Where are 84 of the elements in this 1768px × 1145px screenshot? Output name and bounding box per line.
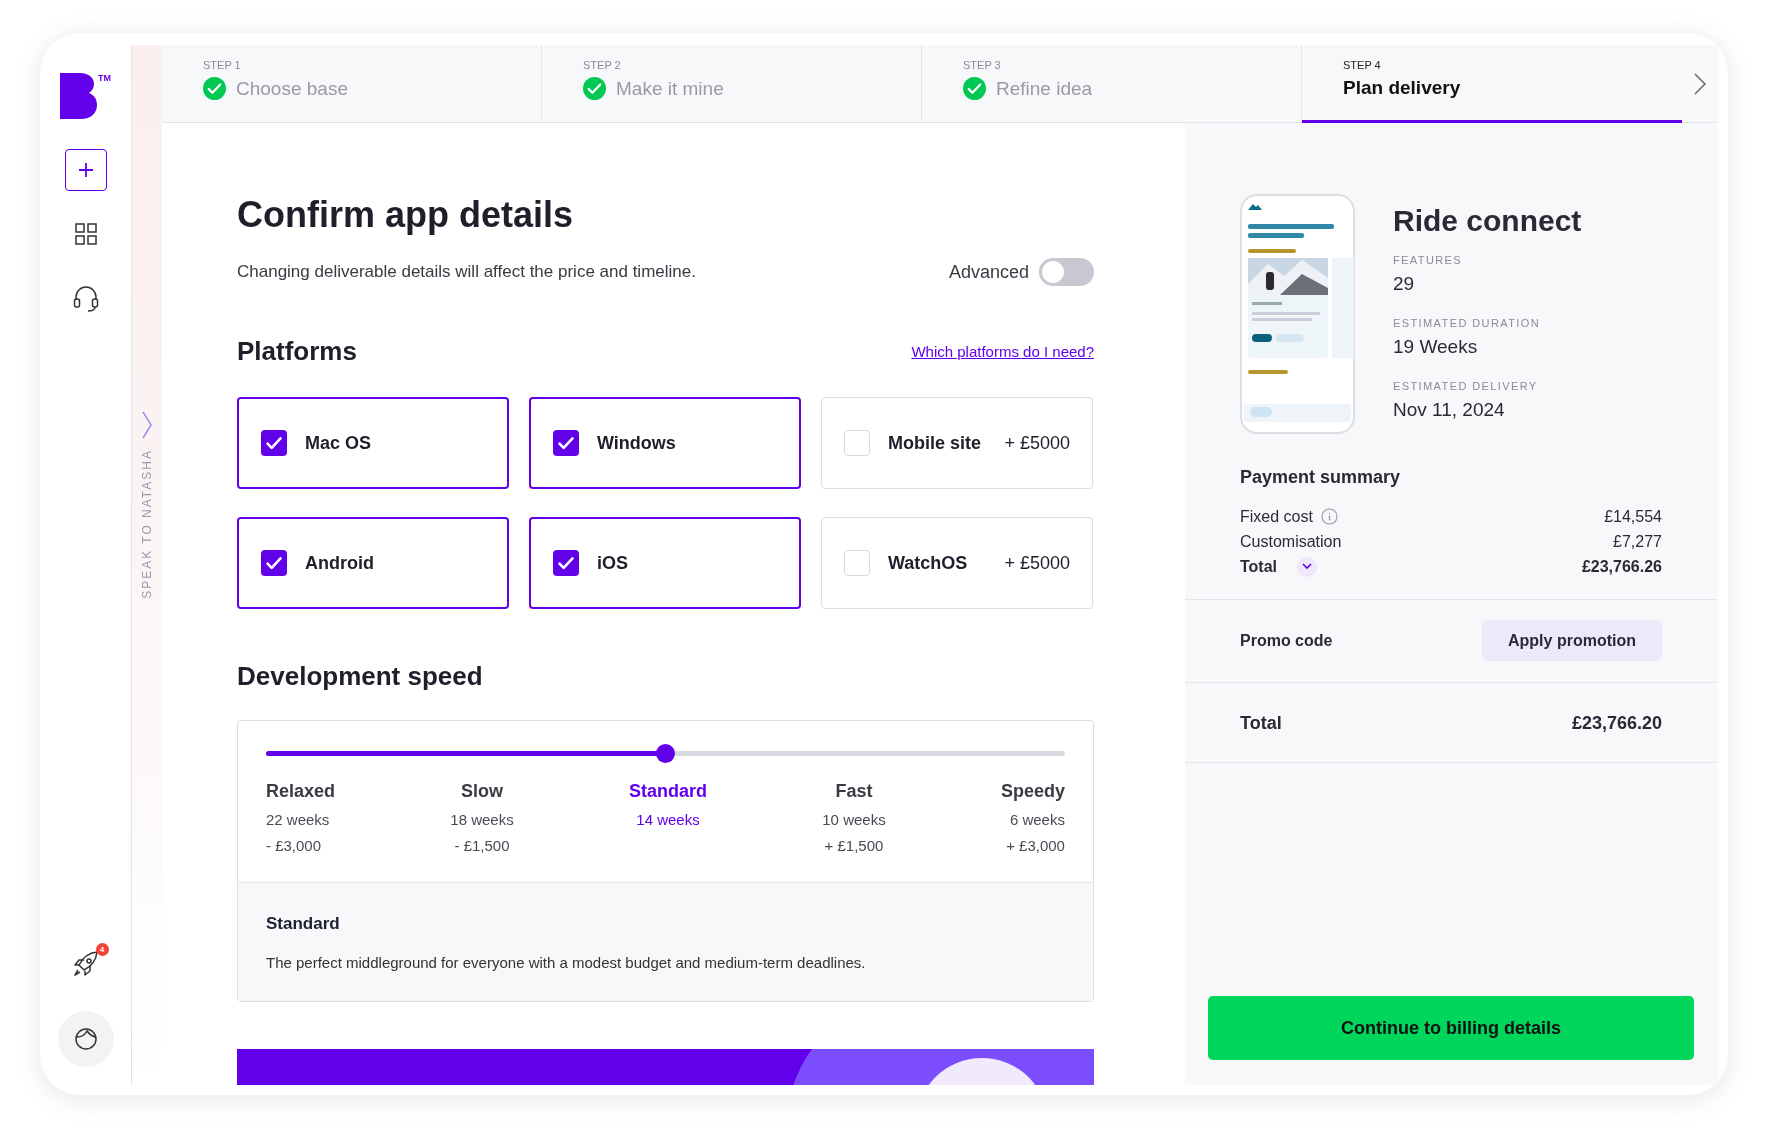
chevron-down-icon <box>1302 563 1313 570</box>
continue-button[interactable]: Continue to billing details <box>1208 996 1694 1060</box>
step-number: STEP 3 <box>963 59 1002 71</box>
summary-value: £7,277 <box>1613 532 1662 551</box>
step-number: STEP 4 <box>1343 59 1382 71</box>
speed-option[interactable]: Slow <box>461 781 503 802</box>
step-number: STEP 2 <box>583 59 622 71</box>
platform-option[interactable]: Mobile site + £5000 <box>821 397 1093 489</box>
summary-label: Customisation <box>1240 532 1342 551</box>
step-label: Make it mine <box>616 77 724 100</box>
platform-label: iOS <box>597 552 629 574</box>
speed-detail-title: Standard <box>266 914 341 934</box>
platform-option[interactable]: Windows <box>529 397 801 489</box>
chevron-right-icon[interactable] <box>1694 72 1706 95</box>
speed-price: + £3,000 <box>1006 837 1065 854</box>
plus-icon <box>76 161 95 179</box>
stat-label: ESTIMATED DELIVERY <box>1393 380 1539 392</box>
checkbox[interactable] <box>553 430 579 456</box>
platform-label: Windows <box>597 432 677 454</box>
platform-price: + £5000 <box>1004 432 1070 454</box>
stat-value: Nov 11, 2024 <box>1393 399 1506 421</box>
total-value: £23,766.20 <box>1571 713 1662 734</box>
headset-icon[interactable] <box>72 285 99 313</box>
apply-promotion-button[interactable]: Apply promotion <box>1482 620 1662 661</box>
total-label: Total <box>1240 713 1282 734</box>
checkbox[interactable] <box>844 430 870 456</box>
advanced-toggle[interactable] <box>1039 258 1094 286</box>
checkbox[interactable] <box>261 430 287 456</box>
trademark-mark: TM <box>98 73 111 83</box>
checkbox[interactable] <box>553 550 579 576</box>
step-label: Choose base <box>236 77 348 100</box>
step-label: Plan delivery <box>1343 77 1461 99</box>
checkbox[interactable] <box>844 550 870 576</box>
speed-weeks: 18 weeks <box>450 811 514 828</box>
platform-label: Mobile site <box>888 432 982 454</box>
grid-icon[interactable] <box>74 223 97 245</box>
platform-option[interactable]: iOS <box>529 517 801 609</box>
platform-option[interactable]: WatchOS + £5000 <box>821 517 1093 609</box>
summary-value: £14,554 <box>1604 507 1662 526</box>
stat-value: 19 Weeks <box>1393 336 1479 358</box>
platform-option[interactable]: Android <box>237 517 509 609</box>
project-name: Ride connect <box>1393 204 1582 238</box>
platform-price: + £5000 <box>1004 552 1070 574</box>
expand-button[interactable] <box>1297 556 1318 577</box>
speed-weeks: 6 weeks <box>1009 811 1065 828</box>
platform-label: WatchOS <box>888 552 969 574</box>
stat-value: 29 <box>1393 273 1416 295</box>
speed-detail-text: The perfect middleground for everyone with a modest budget and medium-term deadlines. <box>266 954 867 971</box>
speed-price: - £3,000 <box>266 837 322 854</box>
chevron-right-icon[interactable] <box>142 411 152 440</box>
step-label: Refine idea <box>996 77 1093 100</box>
step-number: STEP 1 <box>203 59 242 71</box>
speed-price: - £1,500 <box>454 837 510 854</box>
section-heading: Platforms <box>237 336 357 367</box>
speed-slider[interactable] <box>266 744 1065 763</box>
checkbox[interactable] <box>261 550 287 576</box>
help-link[interactable]: Which platforms do I need? <box>911 343 1094 360</box>
add-button[interactable] <box>64 149 107 191</box>
promo-label: Promo code <box>1240 631 1333 650</box>
speed-option[interactable]: Speedy <box>1000 781 1065 802</box>
summary-value: £23,766.26 <box>1581 557 1662 576</box>
page-title: Confirm app details <box>237 194 575 236</box>
speed-option[interactable]: Standard <box>629 781 707 802</box>
summary-label: Fixed cost <box>1240 507 1313 526</box>
notification-badge: 4 <box>95 943 109 956</box>
rocket-icon[interactable] <box>72 951 99 977</box>
platform-label: Mac OS <box>305 432 373 454</box>
speed-weeks: 14 weeks <box>636 811 700 828</box>
speed-weeks: 22 weeks <box>266 811 330 828</box>
payment-summary-title: Payment summary <box>1240 467 1402 488</box>
stat-label: ESTIMATED DURATION <box>1393 317 1542 329</box>
section-heading: Development speed <box>237 661 484 692</box>
speed-option[interactable]: Relaxed <box>266 781 336 802</box>
advanced-label: Advanced <box>948 261 1029 283</box>
speed-option[interactable]: Fast <box>835 781 873 802</box>
stat-label: FEATURES <box>1393 254 1464 266</box>
slider-thumb[interactable] <box>656 744 675 763</box>
speed-price: + £1,500 <box>824 837 884 854</box>
logo-icon <box>60 73 98 119</box>
speed-weeks: 10 weeks <box>822 811 886 828</box>
summary-label: Total <box>1240 557 1278 576</box>
subtitle: Changing deliverable details will affect the price and timeline. <box>237 262 696 282</box>
platform-option[interactable]: Mac OS <box>237 397 509 489</box>
platform-label: Android <box>305 552 375 574</box>
